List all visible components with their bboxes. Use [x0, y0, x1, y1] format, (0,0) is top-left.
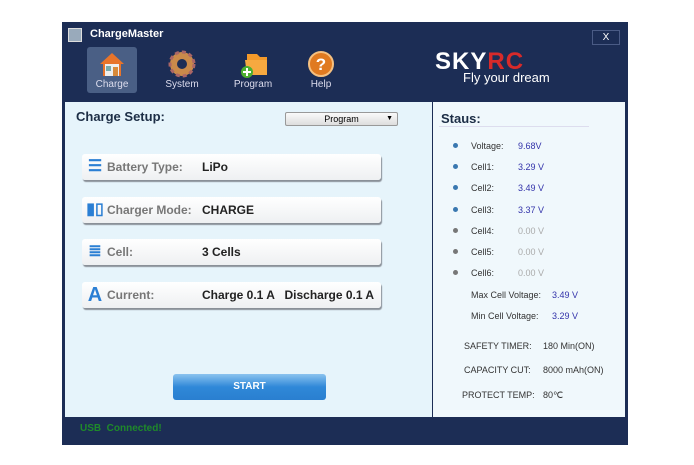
current-row[interactable]: A Current: Charge 0.1 A Discharge 0.1 A	[82, 282, 381, 308]
nav-label: System	[165, 79, 199, 90]
app-icon	[68, 28, 82, 42]
max-cell-voltage-value: 3.49 V	[552, 290, 579, 300]
battery-mode-icon: ▮▯	[86, 201, 104, 218]
min-cell-voltage-value: 3.29 V	[552, 311, 579, 321]
status-value: 3.49 V	[518, 183, 545, 194]
min-cell-voltage-label: Min Cell Voltage:	[471, 311, 539, 321]
start-button[interactable]: START	[173, 374, 326, 400]
status-label: Cell2:	[471, 183, 495, 194]
nav-program[interactable]: Program	[228, 47, 278, 93]
charger-mode-row[interactable]: ▮▯ Charger Mode: CHARGE	[82, 197, 381, 223]
status-label: Cell1:	[471, 162, 495, 173]
status-panel: Staus: Voltage: 9.68V Cell1: 3.29 V Cell2: 3.…	[433, 102, 625, 417]
status-value: 0.00 V	[518, 268, 545, 279]
status-label: Voltage:	[471, 141, 504, 151]
help-icon: ?	[307, 50, 335, 78]
window-title: ChargeMaster	[90, 28, 164, 40]
status-indicator-dot	[453, 143, 458, 148]
cells-icon: ≣	[88, 243, 102, 260]
usb-status: USB Connected!	[80, 423, 162, 434]
status-label: Cell6:	[471, 268, 495, 279]
status-value: 3.29 V	[518, 162, 545, 173]
house-icon	[98, 50, 126, 78]
app-window: ChargeMaster X Charge System Program ? H…	[62, 22, 628, 445]
capacity-cut-label: CAPACITY CUT:	[464, 365, 531, 375]
gear-icon	[168, 50, 196, 78]
divider	[439, 126, 589, 127]
status-value: 3.37 V	[518, 204, 545, 215]
status-title: Staus:	[441, 111, 481, 126]
status-indicator-dot	[453, 185, 458, 191]
safety-timer-value: 180 Min(ON)	[543, 341, 595, 351]
current-icon: A	[87, 284, 103, 306]
status-label: Cell3:	[471, 204, 495, 215]
charge-setup-title: Charge Setup:	[76, 109, 165, 124]
list-icon: ☰	[87, 158, 103, 175]
max-cell-voltage-label: Max Cell Voltage:	[471, 290, 542, 300]
protect-temp-value: 80℃	[543, 390, 564, 400]
nav-system[interactable]: System	[157, 47, 207, 93]
status-label: Cell5:	[471, 247, 495, 257]
chevron-down-icon: ▼	[386, 115, 393, 122]
skyrc-logo: SKYRC Fly your dream	[435, 48, 550, 86]
status-value: 0.00 V	[518, 225, 545, 236]
nav-help[interactable]: ? Help	[296, 47, 346, 93]
nav-label: Program	[233, 79, 273, 90]
program-select[interactable]: Program ▼	[285, 112, 398, 126]
charge-setup-panel: Charge Setup: Program ▼ ☰ Battery Type: L…	[65, 102, 432, 417]
status-indicator-dot	[453, 227, 458, 233]
folder-add-icon	[239, 50, 267, 78]
status-indicator-dot	[453, 249, 458, 254]
status-value: 0.00 V	[518, 247, 545, 257]
nav-charge[interactable]: Charge	[87, 47, 137, 93]
status-label: Cell4:	[471, 225, 495, 236]
safety-timer-label: SAFETY TIMER:	[464, 341, 532, 351]
status-indicator-dot	[453, 270, 458, 276]
protect-temp-label: PROTECT TEMP:	[462, 390, 535, 400]
nav-label: Help	[310, 79, 332, 90]
svg-text:?: ?	[316, 55, 326, 74]
capacity-cut-value: 8000 mAh(ON)	[543, 365, 604, 375]
status-indicator-dot	[453, 206, 458, 212]
nav-label: Charge	[95, 79, 129, 90]
battery-type-row[interactable]: ☰ Battery Type: LiPo	[82, 154, 381, 180]
status-value: 9.68V	[518, 141, 542, 151]
status-indicator-dot	[453, 164, 458, 170]
close-button[interactable]: X	[592, 30, 620, 45]
cell-row[interactable]: ≣ Cell: 3 Cells	[82, 239, 381, 265]
